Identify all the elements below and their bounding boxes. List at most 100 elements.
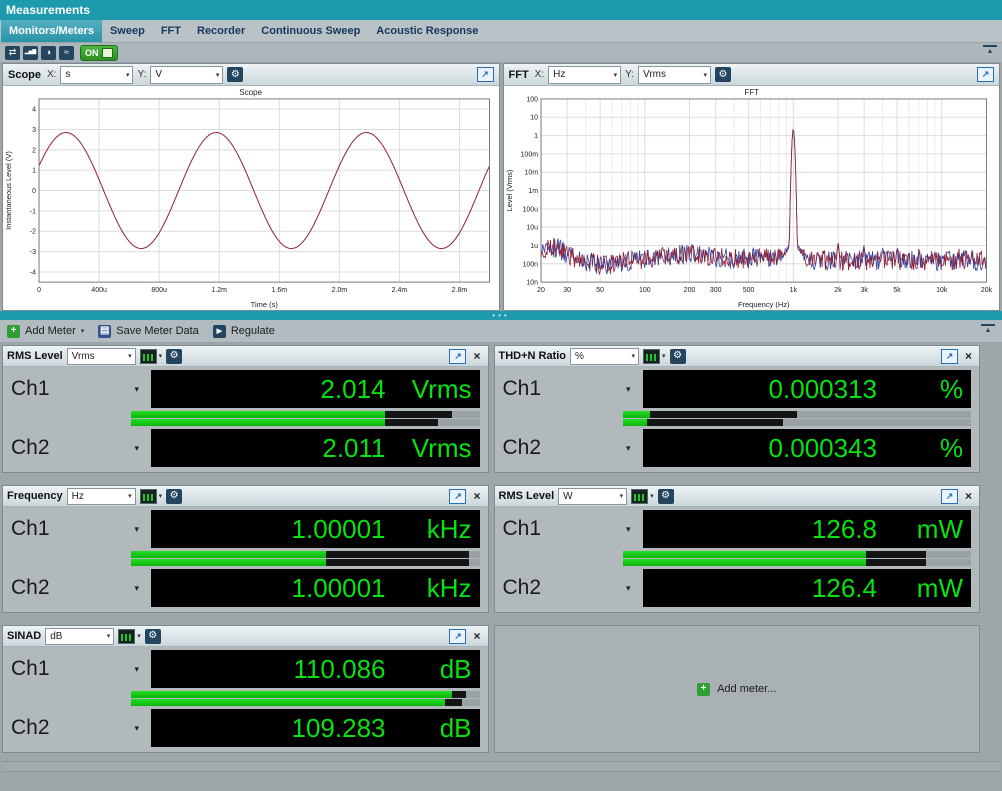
popout-icon[interactable]: ↗ (477, 67, 494, 82)
tab-recorder[interactable]: Recorder (189, 20, 253, 42)
channel-select-ch1[interactable]: Ch1 ▾ (495, 370, 643, 408)
svg-text:100u: 100u (522, 206, 538, 213)
meter-toolbar: + Add Meter ▾ ▤ Save Meter Data ▶ Regula… (0, 320, 1002, 343)
bar-graph-icon (643, 349, 660, 364)
channel-name: Ch2 (11, 576, 50, 600)
close-icon[interactable]: × (470, 349, 483, 363)
gear-icon[interactable]: ⚙ (145, 629, 161, 644)
popout-icon[interactable]: ↗ (449, 629, 466, 644)
charts-meters-splitter[interactable]: ••• (0, 311, 1002, 320)
meter-unit-select[interactable]: Vrms ▾ (67, 348, 136, 365)
meter-style-select[interactable]: ▾ (643, 349, 666, 364)
meter-style-select[interactable]: ▾ (118, 629, 141, 644)
panel-title: Measurements (6, 3, 90, 17)
meter-style-select[interactable]: ▾ (140, 349, 163, 364)
scope-x-unit-select[interactable]: s ▾ (60, 66, 133, 84)
svg-text:0: 0 (37, 287, 41, 294)
add-meter-button[interactable]: + Add Meter ▾ (7, 325, 84, 338)
channel-select-ch2[interactable]: Ch2 ▾ (3, 569, 151, 607)
svg-text:1: 1 (534, 133, 538, 140)
meter-unit-select[interactable]: Hz ▾ (67, 488, 136, 505)
channel-name: Ch1 (11, 517, 50, 541)
tab-fft[interactable]: FFT (153, 20, 189, 42)
bar-meter-icon[interactable]: ▂▅▇ (23, 46, 38, 60)
add-meter-label: Add Meter (25, 325, 76, 337)
meter-unit: % (877, 374, 963, 405)
channel-select-ch2[interactable]: Ch2 ▾ (3, 709, 151, 747)
fft-chart[interactable]: FFT2030501002003005001k2k3k5k10k20k10010… (504, 86, 1000, 310)
collapse-meters-icon[interactable]: ▲ (981, 324, 995, 339)
meter-unit-value: Vrms (72, 351, 95, 362)
chevron-down-icon: ▾ (216, 71, 220, 79)
meter-panel-rms-level: RMS Level W ▾ ▾ ⚙ ↗ × Ch1 ▾ 126.8 mW Ch2… (494, 485, 981, 613)
close-icon[interactable]: × (470, 629, 483, 643)
meter-display: 0.000313 % (643, 370, 972, 408)
save-meter-data-button[interactable]: ▤ Save Meter Data (98, 325, 199, 338)
add-meter-placeholder[interactable]: + Add meter... (494, 625, 981, 753)
tab-monitors-meters[interactable]: Monitors/Meters (1, 20, 102, 42)
close-icon[interactable]: × (470, 489, 483, 503)
chevron-down-icon: ▾ (134, 664, 139, 675)
collapse-panel-icon[interactable]: ▲ (983, 45, 997, 60)
gear-icon[interactable]: ⚙ (715, 67, 731, 82)
gear-icon[interactable]: ⚙ (166, 489, 182, 504)
svg-text:200: 200 (683, 287, 695, 294)
svg-text:5k: 5k (893, 287, 901, 294)
fft-y-unit-select[interactable]: Vrms ▾ (638, 66, 711, 84)
level-bar-ch2 (131, 699, 480, 706)
tab-acoustic-response[interactable]: Acoustic Response (368, 20, 486, 42)
bottom-splitter[interactable] (2, 761, 1000, 772)
scope-chart[interactable]: Scope0400u800u1.2m1.6m2.0m2.4m2.8m43210-… (3, 86, 499, 310)
gear-icon[interactable]: ⚙ (227, 67, 243, 82)
chevron-down-icon: ▾ (626, 583, 631, 594)
popout-icon[interactable]: ↗ (449, 349, 466, 364)
regulate-button[interactable]: ▶ Regulate (213, 325, 275, 338)
channel-select-ch1[interactable]: Ch1 ▾ (3, 650, 151, 688)
save-meter-data-label: Save Meter Data (116, 325, 199, 337)
channel-select-ch1[interactable]: Ch1 ▾ (495, 510, 643, 548)
io-routing-icon[interactable]: ⇄ (5, 46, 20, 60)
popout-icon[interactable]: ↗ (941, 349, 958, 364)
channel-select-ch1[interactable]: Ch1 ▾ (3, 370, 151, 408)
meter-style-select[interactable]: ▾ (140, 489, 163, 504)
scope-y-unit-select[interactable]: V ▾ (150, 66, 223, 84)
channel-select-ch2[interactable]: Ch2 ▾ (3, 429, 151, 467)
gear-icon[interactable]: ⚙ (658, 489, 674, 504)
svg-text:0: 0 (32, 188, 36, 195)
channel-select-ch1[interactable]: Ch1 ▾ (3, 510, 151, 548)
popout-icon[interactable]: ↗ (941, 489, 958, 504)
popout-icon[interactable]: ↗ (449, 489, 466, 504)
tab-continuous-sweep[interactable]: Continuous Sweep (253, 20, 368, 42)
meter-title: THD+N Ratio (499, 350, 567, 362)
close-icon[interactable]: × (962, 489, 975, 503)
meter-unit-select[interactable]: dB ▾ (45, 628, 114, 645)
svg-text:FFT: FFT (744, 88, 759, 97)
level-bar-ch2 (131, 559, 480, 566)
meter-value: 2.014 (320, 374, 385, 405)
fft-title: FFT (509, 69, 529, 81)
meter-style-select[interactable]: ▾ (631, 489, 654, 504)
level-bar-fill (623, 419, 647, 426)
tab-sweep[interactable]: Sweep (102, 20, 153, 42)
popout-icon[interactable]: ↗ (977, 67, 994, 82)
generator-on-toggle[interactable]: ON (80, 45, 118, 61)
level-bar-ch1 (623, 411, 972, 418)
channel-select-ch2[interactable]: Ch2 ▾ (495, 569, 643, 607)
meter-unit-select[interactable]: % ▾ (570, 348, 639, 365)
gear-icon[interactable]: ⚙ (166, 349, 182, 364)
meter-unit-select[interactable]: W ▾ (558, 488, 627, 505)
level-bar-fill (623, 551, 867, 558)
meter-header: THD+N Ratio % ▾ ▾ ⚙ ↗ × (495, 346, 980, 367)
meter-header: SINAD dB ▾ ▾ ⚙ ↗ × (3, 626, 488, 647)
fft-x-unit-select[interactable]: Hz ▾ (548, 66, 621, 84)
close-icon[interactable]: × (962, 349, 975, 363)
chevron-down-icon: ▾ (632, 352, 636, 360)
svg-text:30: 30 (563, 287, 571, 294)
svg-text:1k: 1k (789, 287, 797, 294)
meter-value: 110.086 (293, 654, 385, 685)
channel-select-ch2[interactable]: Ch2 ▾ (495, 429, 643, 467)
gauge-icon[interactable]: ◑ (41, 46, 56, 60)
gear-icon[interactable]: ⚙ (670, 349, 686, 364)
meter-display: 2.014 Vrms (151, 370, 480, 408)
waveform-icon[interactable]: ≈ (59, 46, 74, 60)
